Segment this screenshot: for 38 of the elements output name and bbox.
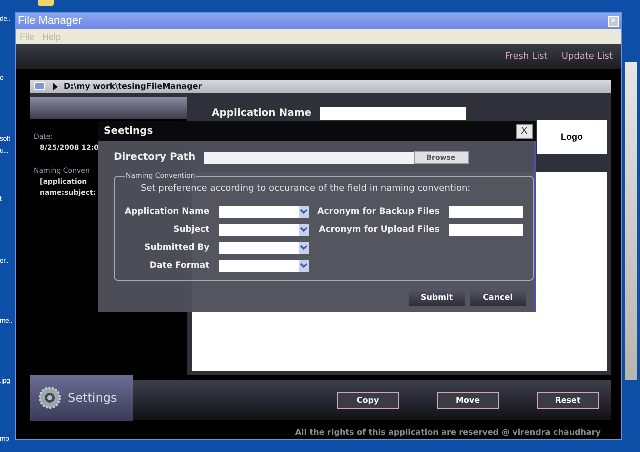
- field-label: Date Format: [148, 261, 210, 271]
- chevron-down-icon: [298, 206, 309, 218]
- field-label: Application Name: [212, 108, 312, 119]
- field-label: Acronym for Upload Files: [318, 225, 440, 235]
- dialog-button[interactable]: Submit: [409, 289, 465, 306]
- close-button[interactable]: X: [516, 124, 533, 138]
- input-field[interactable]: [448, 206, 523, 218]
- action-button[interactable]: Move: [437, 392, 499, 408]
- dropdown[interactable]: [218, 224, 309, 236]
- path-text: D:\my work\tesingFileManager: [64, 82, 202, 91]
- settings-tab[interactable]: Settings: [30, 374, 133, 420]
- computer-icon: [34, 82, 46, 92]
- play-icon: [52, 82, 58, 90]
- toolbar-link[interactable]: Fresh List: [505, 52, 548, 62]
- toolbar-link[interactable]: Update List: [562, 52, 613, 62]
- field-label: Subject: [172, 225, 210, 235]
- field-label: Acronym for Backup Files: [318, 207, 440, 217]
- field-label: Application Name: [125, 207, 210, 217]
- input-field[interactable]: [448, 224, 523, 236]
- chevron-down-icon: [298, 260, 309, 272]
- field-label: Directory Path: [114, 152, 196, 163]
- instruction-text: Set preference according to occurance of the field in naming convention:: [140, 184, 472, 194]
- copyright-text: All the rights of this application are reserved @ virendra chaudhary: [295, 428, 601, 437]
- gear-icon: [38, 386, 62, 410]
- window-title: File Manager: [18, 15, 82, 27]
- chevron-down-icon: [298, 224, 309, 236]
- chevron-down-icon: [298, 242, 309, 254]
- action-button[interactable]: Copy: [337, 392, 399, 408]
- dropdown[interactable]: [218, 260, 309, 272]
- action-button[interactable]: Reset: [537, 392, 599, 408]
- dropdown[interactable]: [218, 242, 309, 254]
- dropdown[interactable]: [218, 206, 309, 218]
- logo: Logo: [537, 120, 607, 154]
- input-field[interactable]: [204, 152, 414, 164]
- dialog-title: Seetings: [104, 126, 154, 136]
- dialog-button[interactable]: Cancel: [470, 289, 526, 306]
- input-field[interactable]: [320, 107, 466, 120]
- field-label: Submitted By: [144, 243, 210, 253]
